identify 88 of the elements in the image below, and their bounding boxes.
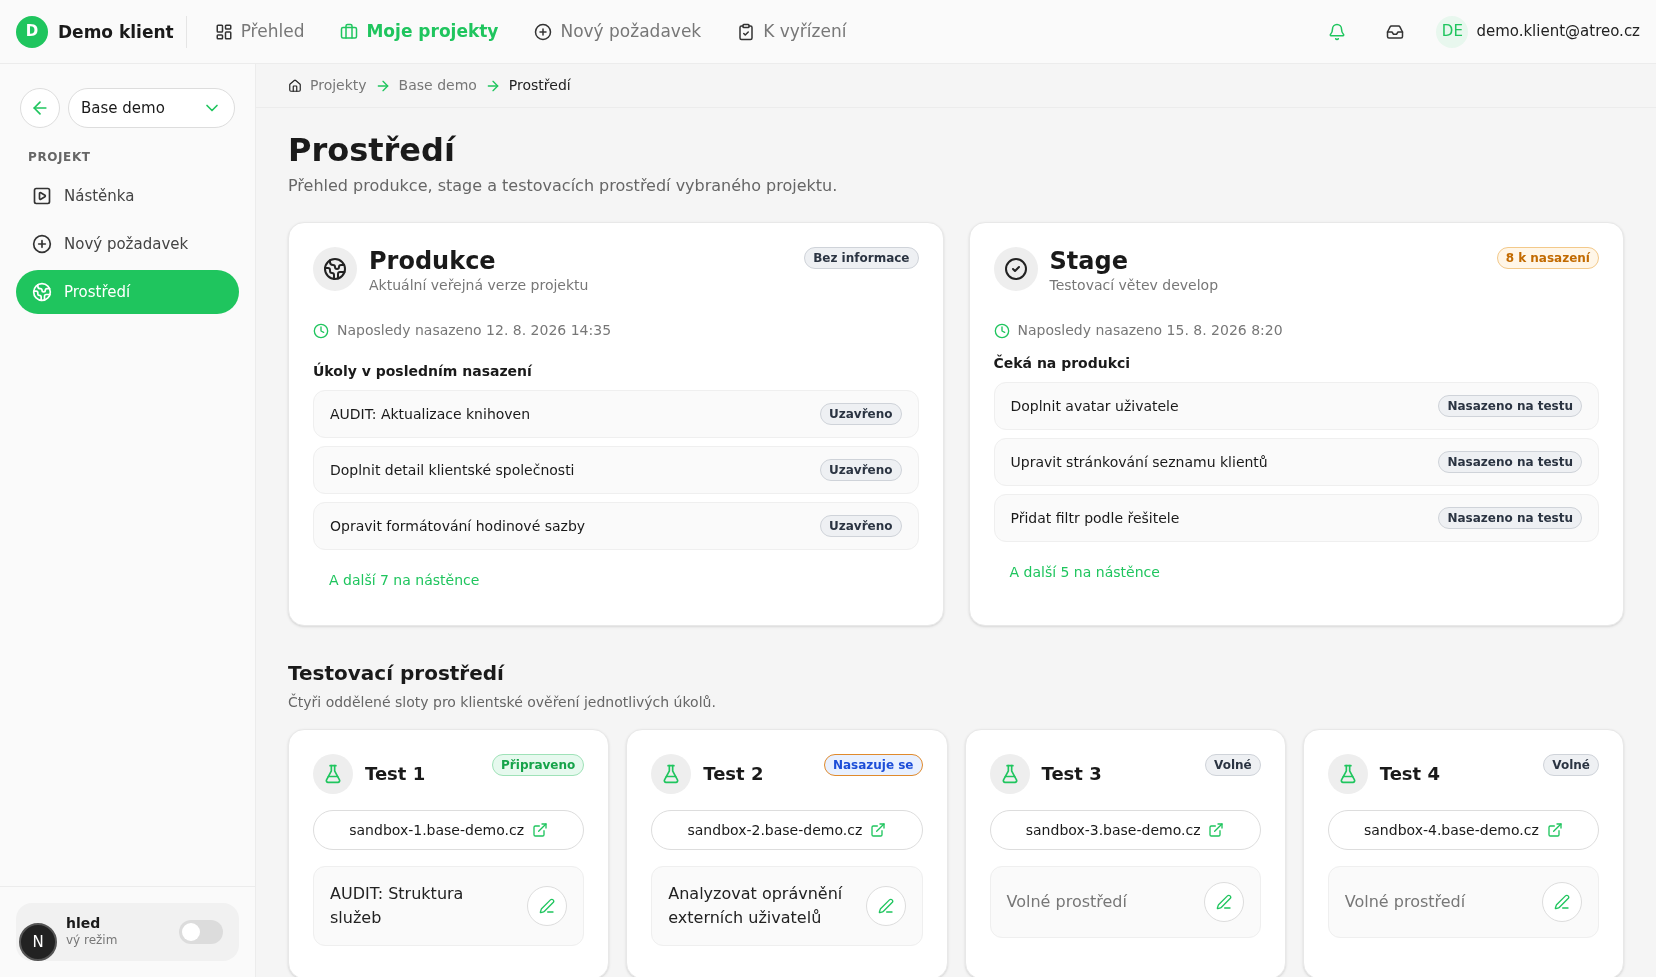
slot-title: Test 4	[1379, 762, 1441, 786]
inbox-icon	[1386, 22, 1405, 41]
slot-title: Test 1	[365, 762, 427, 786]
status-badge: Nasazuje se	[823, 754, 923, 776]
flask-icon	[323, 764, 343, 784]
external-link-icon	[1208, 822, 1225, 838]
task-title: AUDIT: Aktualizace knihoven	[330, 404, 531, 424]
board-icon	[32, 186, 52, 206]
appearance-title: hled	[66, 915, 102, 931]
brand-name: Demo klient	[58, 15, 187, 48]
edit-button[interactable]	[527, 886, 568, 926]
nav-link[interactable]: Přehled	[214, 18, 305, 45]
nav-link[interactable]: Nový požadavek	[534, 18, 702, 45]
nav-link[interactable]: K vyřízení	[737, 18, 847, 45]
card-subtitle: Aktuální veřejná verze projektu	[369, 276, 590, 295]
status-badge: Bez informace	[804, 247, 919, 269]
external-link-icon	[1546, 822, 1563, 838]
section-subtitle: Čtyři oddělené sloty pro klientské ověření jednotlivých úkolů.	[288, 692, 717, 712]
status-badge: Volné	[1205, 754, 1261, 776]
last-deploy: Naposledy nasazeno 15. 8. 2026 8:20	[1017, 321, 1283, 340]
globe-icon	[323, 257, 347, 281]
external-link-icon	[870, 822, 887, 838]
task-row[interactable]: Opravit formátování hodinové sazby Uzavřeno	[313, 502, 919, 550]
task-title: Opravit formátování hodinové sazby	[330, 516, 586, 536]
status-badge: Uzavřeno	[820, 459, 902, 481]
edit-button[interactable]	[865, 886, 906, 926]
briefcase-icon	[340, 22, 359, 41]
section-label: PROJEKT	[27, 149, 92, 166]
status-badge: 8 k nasazení	[1496, 247, 1599, 269]
task-title: Doplnit avatar uživatele	[1010, 396, 1179, 416]
user-email[interactable]: demo.klient@atreo.cz	[1476, 20, 1640, 43]
dashboard-icon	[214, 22, 233, 41]
theme-toggle[interactable]	[179, 920, 223, 944]
plus-circle-icon	[32, 234, 52, 254]
pencil-icon	[1554, 894, 1570, 910]
slot-title: Test 3	[1041, 762, 1103, 786]
task-title: Upravit stránkování seznamu klientů	[1010, 452, 1268, 472]
card-subtitle: Testovací větev develop	[1049, 276, 1219, 295]
plus-circle-icon	[534, 22, 553, 41]
slot-task: Volné prostředí	[1006, 891, 1127, 913]
section-title: Testovací prostředí	[288, 660, 506, 687]
pencil-icon	[877, 898, 894, 914]
slot-task: AUDIT: Struktura služeb	[330, 883, 465, 929]
brand-logo: D	[16, 15, 48, 48]
task-row[interactable]: Doplnit avatar uživatele Nasazeno na testu	[993, 382, 1599, 430]
list-title: Čeká na produkci	[993, 353, 1132, 373]
status-badge: Volné	[1543, 754, 1599, 776]
clipboard-icon	[737, 22, 756, 41]
status-badge: Nasazeno na testu	[1438, 395, 1582, 417]
slot-task: Volné prostředí	[1344, 891, 1466, 913]
breadcrumb-link[interactable]: Projekty	[310, 75, 367, 96]
page-subtitle: Přehled produkce, stage a testovacích prostředí vybraného projektu.	[288, 175, 839, 197]
task-row[interactable]: AUDIT: Aktualizace knihoven Uzavřeno	[313, 390, 919, 438]
slot-task: Analyzovat oprávnění externích uživatelů	[668, 883, 844, 929]
task-title: Přidat filtr podle řešitele	[1010, 508, 1180, 528]
external-link-icon	[532, 822, 548, 838]
project-select[interactable]: Base demo	[68, 88, 235, 128]
clock-icon	[993, 322, 1010, 339]
globe-icon	[32, 282, 52, 302]
status-badge: Uzavřeno	[820, 403, 902, 425]
page-title: Prostředí	[288, 130, 457, 170]
bell-icon	[1328, 22, 1347, 41]
sidebar-item[interactable]: Nástěnka	[16, 174, 239, 218]
edit-button[interactable]	[1542, 882, 1582, 922]
pencil-icon	[539, 898, 556, 914]
task-row[interactable]: Upravit stránkování seznamu klientů Nasazeno na testu	[993, 438, 1599, 486]
pencil-icon	[1215, 894, 1232, 910]
card-title: Stage	[1049, 247, 1129, 275]
task-row[interactable]: Doplnit detail klientské společnosti Uzavřeno	[313, 446, 919, 494]
appearance-subtitle: vý režim	[66, 932, 118, 949]
status-badge: Nasazeno na testu	[1438, 507, 1582, 529]
edit-button[interactable]	[1203, 882, 1244, 922]
sidebar-item[interactable]: Nový požadavek	[16, 222, 239, 266]
list-title: Úkoly v posledním nasazení	[313, 361, 533, 381]
breadcrumb-link[interactable]: Base demo	[398, 75, 477, 96]
status-badge: Nasazeno na testu	[1438, 451, 1582, 473]
status-badge: Uzavřeno	[820, 515, 902, 537]
back-button[interactable]	[20, 88, 60, 128]
card-title: Produkce	[369, 247, 497, 275]
task-title: Doplnit detail klientské společnosti	[330, 460, 575, 480]
clock-icon	[313, 322, 329, 339]
breadcrumb-link[interactable]: Prostředí	[508, 75, 571, 96]
slot-title: Test 2	[703, 762, 765, 786]
last-deploy: Naposledy nasazeno 12. 8. 2026 14:35	[337, 321, 612, 340]
home-icon	[288, 78, 302, 93]
status-badge: Připraveno	[492, 754, 585, 776]
check-circle-icon	[1003, 257, 1028, 281]
task-row[interactable]: Přidat filtr podle řešitele Nasazeno na testu	[993, 494, 1599, 542]
